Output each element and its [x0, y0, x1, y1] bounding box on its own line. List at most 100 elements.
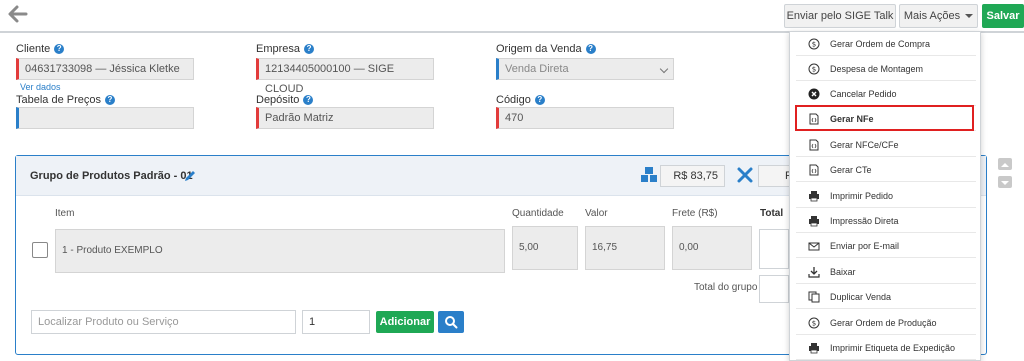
menu-item-gerar-ordem-de-compra[interactable]: $ Gerar Ordem de Compra: [796, 32, 976, 56]
menu-item-despesa-de-montagem[interactable]: $ Despesa de Montagem: [796, 57, 976, 81]
envelope-icon: [808, 240, 820, 252]
menu-item-label: Enviar por E-mail: [830, 240, 900, 251]
code-file-icon: [808, 113, 820, 125]
svg-text:$: $: [812, 319, 816, 327]
back-arrow-icon[interactable]: [6, 3, 30, 25]
col-qty-header: Quantidade: [512, 208, 564, 219]
row-value-cell[interactable]: 16,75: [585, 226, 665, 270]
menu-item-impressao-direta[interactable]: Impressão Direta: [796, 209, 976, 233]
top-toolbar: Enviar pelo SIGE Talk Mais Ações Salvar: [0, 0, 1024, 33]
tools-icon[interactable]: [736, 166, 754, 184]
menu-item-label: Cancelar Pedido: [830, 88, 897, 99]
menu-item-label: Impressão Direta: [830, 215, 899, 226]
col-value-header: Valor: [585, 208, 608, 219]
product-search-input[interactable]: Localizar Produto ou Serviço: [31, 310, 296, 334]
caret-down-icon: [965, 14, 974, 19]
codigo-field[interactable]: 470: [496, 107, 674, 129]
help-icon[interactable]: ?: [585, 44, 596, 54]
scroll-down-button[interactable]: [998, 176, 1012, 188]
origem-label-text: Origem da Venda: [496, 43, 582, 55]
codigo-label: Código ?: [496, 94, 545, 106]
row-qty-cell[interactable]: 5,00: [512, 226, 578, 270]
group-total-field: [759, 275, 789, 303]
dollar-circle-icon: $: [808, 63, 820, 75]
more-actions-menu: $ Gerar Ordem de Compra $ Despesa de Montag…: [789, 31, 981, 361]
menu-item-label: Gerar Ordem de Produção: [830, 317, 937, 328]
svg-text:$: $: [812, 40, 816, 48]
dollar-circle-icon: $: [808, 38, 820, 50]
ver-dados-link[interactable]: Ver dados: [20, 82, 61, 92]
help-icon[interactable]: ?: [54, 44, 65, 54]
deposito-field[interactable]: Padrão Matriz: [256, 107, 434, 129]
menu-item-label: Gerar CTe: [830, 164, 872, 175]
boxes-icon: [641, 167, 657, 182]
save-button[interactable]: Salvar: [982, 4, 1024, 28]
product-group-title: Grupo de Produtos Padrão - 01: [30, 170, 193, 182]
menu-item-gerar-ordem-de-producao[interactable]: $ Gerar Ordem de Produção: [796, 311, 976, 335]
search-icon: [445, 316, 458, 329]
quantity-input[interactable]: 1: [302, 310, 370, 334]
duplicate-icon: [808, 291, 820, 303]
group-total-label: Total do grupo: [694, 282, 758, 293]
row-freight-cell[interactable]: 0,00: [672, 226, 752, 270]
cliente-label: Cliente ?: [16, 43, 65, 55]
menu-item-imprimir-pedido[interactable]: Imprimir Pedido: [796, 184, 976, 208]
search-button[interactable]: [438, 311, 464, 333]
svg-text:$: $: [812, 65, 816, 73]
printer-icon: [808, 215, 820, 227]
empresa-label: Empresa ?: [256, 43, 315, 55]
cliente-label-text: Cliente: [16, 43, 51, 55]
menu-item-gerar-cte[interactable]: Gerar CTe: [796, 158, 976, 182]
empresa-label-text: Empresa: [256, 43, 301, 55]
more-actions-button[interactable]: Mais Ações: [899, 4, 978, 28]
origem-select[interactable]: Venda Direta: [496, 58, 674, 80]
help-icon[interactable]: ?: [303, 95, 314, 105]
help-icon[interactable]: ?: [105, 95, 115, 105]
codigo-label-text: Código: [496, 94, 531, 106]
cliente-field[interactable]: 04631733098 — Jéssica Kletke: [16, 58, 194, 80]
menu-item-gerar-nfe[interactable]: Gerar NFe: [796, 107, 976, 131]
dollar-circle-icon: $: [808, 317, 820, 329]
tabela-label: Tabela de Preços ?: [16, 94, 115, 106]
chevron-down-icon: [659, 64, 669, 74]
more-actions-label: Mais Ações: [903, 10, 961, 22]
menu-item-label: Gerar Ordem de Compra: [830, 38, 931, 49]
menu-item-imprimir-etiqueta-de-expedicao[interactable]: Imprimir Etiqueta de Expedição: [796, 336, 976, 360]
send-sige-talk-button[interactable]: Enviar pelo SIGE Talk: [784, 4, 896, 28]
tabela-field[interactable]: [16, 107, 194, 129]
deposito-label: Depósito ?: [256, 94, 314, 106]
group-total-price: R$ 83,75: [660, 165, 725, 187]
row-item-cell[interactable]: 1 - Produto EXEMPLO: [55, 229, 505, 273]
tabela-label-text: Tabela de Preços: [16, 94, 101, 106]
menu-item-label: Duplicar Venda: [830, 291, 892, 302]
row-total-cell: [759, 229, 789, 269]
menu-item-gerar-nfce-cfe[interactable]: Gerar NFCe/CFe: [796, 133, 976, 157]
col-freight-header: Frete (R$): [672, 208, 718, 219]
col-item-header: Item: [55, 208, 75, 219]
menu-item-baixar[interactable]: Baixar: [796, 260, 976, 284]
printer-icon: [808, 190, 820, 202]
origem-select-value: Venda Direta: [505, 63, 569, 75]
secondary-price-box: F: [758, 165, 792, 187]
row-checkbox[interactable]: [32, 242, 48, 258]
menu-item-label: Gerar NFe: [830, 113, 874, 124]
menu-item-cancelar-pedido[interactable]: Cancelar Pedido: [796, 82, 976, 106]
add-product-button[interactable]: Adicionar: [376, 311, 434, 333]
cancel-circle-icon: [808, 88, 820, 100]
menu-item-label: Imprimir Etiqueta de Expedição: [830, 342, 956, 353]
empresa-field[interactable]: 12134405000100 — SIGE CLOUD: [256, 58, 434, 95]
deposito-label-text: Depósito: [256, 94, 300, 106]
help-icon[interactable]: ?: [304, 44, 315, 54]
menu-item-label: Gerar NFCe/CFe: [830, 139, 899, 150]
printer-icon: [808, 342, 820, 354]
menu-item-duplicar-venda[interactable]: Duplicar Venda: [796, 285, 976, 309]
chevron-up-icon: [1001, 163, 1009, 167]
chevron-down-icon: [1001, 181, 1009, 185]
menu-item-label: Baixar: [830, 266, 856, 277]
menu-item-enviar-por-e-mail[interactable]: Enviar por E-mail: [796, 234, 976, 258]
help-icon[interactable]: ?: [534, 95, 545, 105]
download-icon: [808, 266, 820, 278]
menu-item-label: Despesa de Montagem: [830, 63, 924, 74]
scroll-up-button[interactable]: [998, 158, 1012, 170]
pencil-icon[interactable]: [183, 169, 197, 183]
